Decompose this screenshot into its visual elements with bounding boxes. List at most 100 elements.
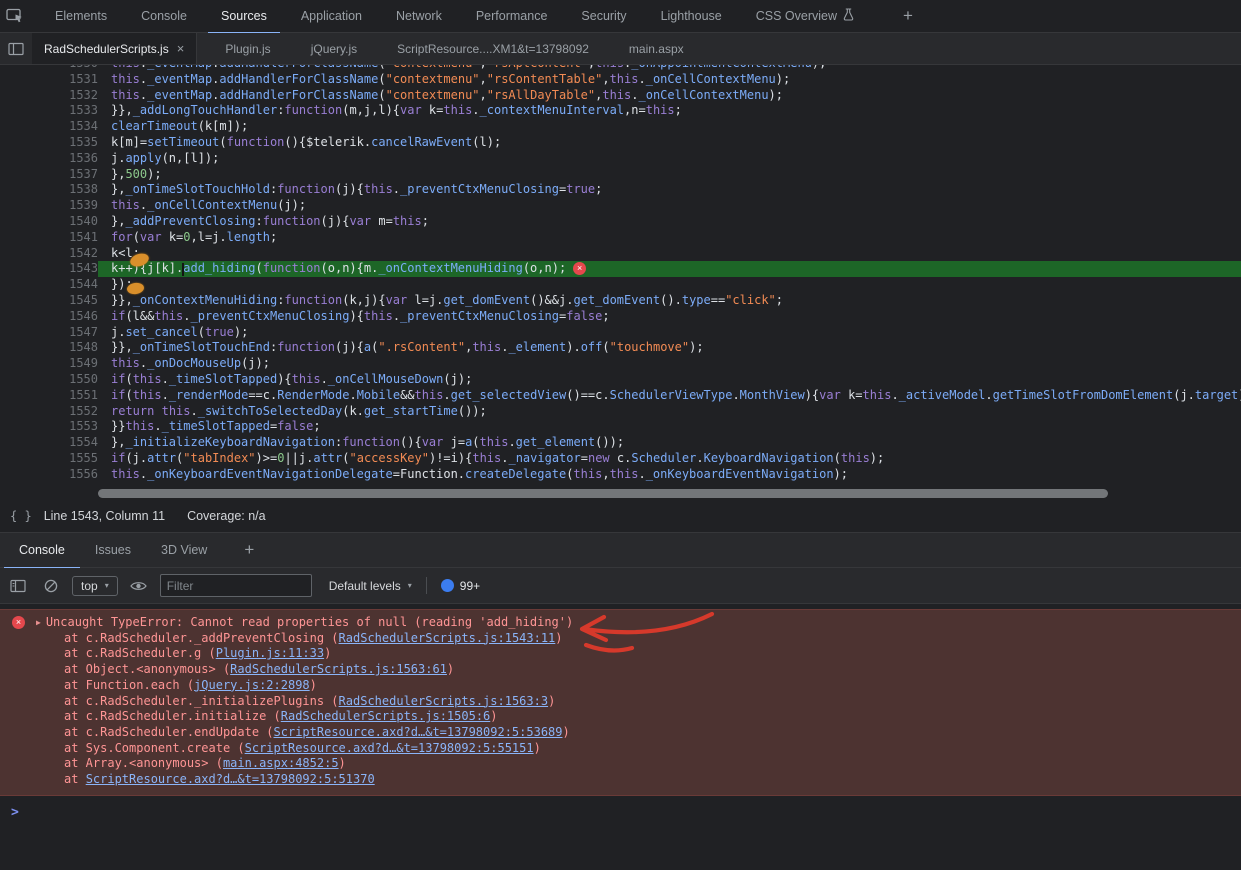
code-text[interactable]: k<l; — [98, 246, 1241, 262]
stack-source-link[interactable]: RadSchedulerScripts.js:1563:61 — [230, 662, 447, 676]
line-number[interactable]: 1532 — [0, 88, 98, 104]
code-text[interactable]: this._eventMap.addHandlerForClassName("c… — [98, 88, 1241, 104]
code-line-1536[interactable]: 1536j.apply(n,[l]); — [0, 151, 1241, 167]
line-number[interactable]: 1543 — [0, 261, 98, 277]
line-number[interactable]: 1555 — [0, 451, 98, 467]
log-levels-dropdown[interactable]: Default levels ▾ — [329, 579, 412, 593]
file-tab-jquery.js[interactable]: jQuery.js — [299, 33, 369, 64]
line-number[interactable]: 1546 — [0, 309, 98, 325]
code-line-1537[interactable]: 1537},500); — [0, 167, 1241, 183]
scrollbar-thumb[interactable] — [98, 489, 1108, 498]
code-text[interactable]: this._onDocMouseUp(j); — [98, 356, 1241, 372]
line-number[interactable]: 1542 — [0, 246, 98, 262]
code-line-1532[interactable]: 1532this._eventMap.addHandlerForClassNam… — [0, 88, 1241, 104]
stack-source-link[interactable]: RadSchedulerScripts.js:1543:11 — [339, 631, 556, 645]
code-text[interactable]: for(var k=0,l=j.length; — [98, 230, 1241, 246]
file-tab-main.aspx[interactable]: main.aspx — [617, 33, 696, 64]
code-line-1550[interactable]: 1550if(this._timeSlotTapped){this._onCel… — [0, 372, 1241, 388]
code-line-1552[interactable]: 1552return this._switchToSelectedDay(k.g… — [0, 404, 1241, 420]
code-text[interactable]: }},_addLongTouchHandler:function(m,j,l){… — [98, 103, 1241, 119]
code-text[interactable]: this._eventMap.addHandlerForClassName("c… — [98, 65, 1241, 72]
code-line-1548[interactable]: 1548}},_onTimeSlotTouchEnd:function(j){a… — [0, 340, 1241, 356]
code-line-1544[interactable]: 1544}); — [0, 277, 1241, 293]
console-error-entry[interactable]: × ▶ Uncaught TypeError: Cannot read prop… — [0, 609, 1241, 796]
code-text[interactable]: if(l&&this._preventCtxMenuClosing){this.… — [98, 309, 1241, 325]
line-number[interactable]: 1530 — [0, 65, 98, 72]
code-line-1535[interactable]: 1535k[m]=setTimeout(function(){$telerik.… — [0, 135, 1241, 151]
code-line-1541[interactable]: 1541for(var k=0,l=j.length; — [0, 230, 1241, 246]
panel-tab-css-overview[interactable]: CSS Overview — [743, 0, 867, 34]
code-line-1549[interactable]: 1549this._onDocMouseUp(j); — [0, 356, 1241, 372]
code-line-1543[interactable]: 1543k++){j[k].add_hiding(function(o,n){m… — [0, 261, 1241, 277]
code-text[interactable]: k++){j[k].add_hiding(function(o,n){m._on… — [98, 261, 1241, 277]
line-number[interactable]: 1535 — [0, 135, 98, 151]
horizontal-scrollbar[interactable] — [98, 489, 1231, 498]
code-text[interactable]: }); — [98, 277, 1241, 293]
code-text[interactable]: j.apply(n,[l]); — [98, 151, 1241, 167]
panel-tab-performance[interactable]: Performance — [463, 0, 561, 34]
code-line-1551[interactable]: 1551if(this._renderMode==c.RenderMode.Mo… — [0, 388, 1241, 404]
code-line-1531[interactable]: 1531this._eventMap.addHandlerForClassNam… — [0, 72, 1241, 88]
file-tab-plugin.js[interactable]: Plugin.js — [213, 33, 282, 64]
code-text[interactable]: }},_onTimeSlotTouchEnd:function(j){a(".r… — [98, 340, 1241, 356]
line-number[interactable]: 1533 — [0, 103, 98, 119]
line-number[interactable]: 1552 — [0, 404, 98, 420]
line-number[interactable]: 1554 — [0, 435, 98, 451]
code-text[interactable]: this._onKeyboardEventNavigationDelegate=… — [98, 467, 1241, 483]
line-number[interactable]: 1548 — [0, 340, 98, 356]
code-text[interactable]: k[m]=setTimeout(function(){$telerik.canc… — [98, 135, 1241, 151]
code-text[interactable]: this._onCellContextMenu(j); — [98, 198, 1241, 214]
code-text[interactable]: return this._switchToSelectedDay(k.get_s… — [98, 404, 1241, 420]
panel-tab-elements[interactable]: Elements — [42, 0, 120, 34]
line-number[interactable]: 1545 — [0, 293, 98, 309]
line-number[interactable]: 1539 — [0, 198, 98, 214]
line-number[interactable]: 1531 — [0, 72, 98, 88]
filter-input[interactable] — [160, 574, 312, 597]
drawer-tab-3d-view[interactable]: 3D View — [146, 533, 222, 569]
panel-tab-lighthouse[interactable]: Lighthouse — [648, 0, 735, 34]
code-text[interactable]: this._eventMap.addHandlerForClassName("c… — [98, 72, 1241, 88]
panel-tab-network[interactable]: Network — [383, 0, 455, 34]
file-tab-scriptresource....xm1-t-13798092[interactable]: ScriptResource....XM1&t=13798092 — [385, 33, 601, 64]
code-text[interactable]: if(j.attr("tabIndex")>=0||j.attr("access… — [98, 451, 1241, 467]
code-line-1539[interactable]: 1539this._onCellContextMenu(j); — [0, 198, 1241, 214]
drawer-tab-console[interactable]: Console — [4, 533, 80, 569]
close-tab-icon[interactable]: × — [177, 41, 185, 56]
panel-tab-console[interactable]: Console — [128, 0, 200, 34]
line-number[interactable]: 1553 — [0, 419, 98, 435]
line-number[interactable]: 1536 — [0, 151, 98, 167]
line-number[interactable]: 1544 — [0, 277, 98, 293]
code-text[interactable]: if(this._timeSlotTapped){this._onCellMou… — [98, 372, 1241, 388]
console-prompt[interactable]: > — [0, 796, 1241, 820]
code-text[interactable]: j.set_cancel(true); — [98, 325, 1241, 341]
line-number[interactable]: 1538 — [0, 182, 98, 198]
code-text[interactable]: if(this._renderMode==c.RenderMode.Mobile… — [98, 388, 1241, 404]
code-text[interactable]: clearTimeout(k[m]); — [98, 119, 1241, 135]
add-panel-icon[interactable]: + — [903, 6, 913, 26]
line-number[interactable]: 1534 — [0, 119, 98, 135]
code-line-1530[interactable]: 1530this._eventMap.addHandlerForClassNam… — [0, 65, 1241, 72]
code-line-1547[interactable]: 1547j.set_cancel(true); — [0, 325, 1241, 341]
code-line-1555[interactable]: 1555if(j.attr("tabIndex")>=0||j.attr("ac… — [0, 451, 1241, 467]
code-line-1533[interactable]: 1533}},_addLongTouchHandler:function(m,j… — [0, 103, 1241, 119]
line-number[interactable]: 1547 — [0, 325, 98, 341]
code-line-1538[interactable]: 1538},_onTimeSlotTouchHold:function(j){t… — [0, 182, 1241, 198]
code-line-1546[interactable]: 1546if(l&&this._preventCtxMenuClosing){t… — [0, 309, 1241, 325]
code-text[interactable]: },500); — [98, 167, 1241, 183]
clear-console-icon[interactable] — [39, 574, 63, 598]
inspect-device-icon[interactable] — [0, 3, 30, 29]
add-drawer-tab-icon[interactable]: + — [244, 540, 254, 560]
line-number[interactable]: 1550 — [0, 372, 98, 388]
expand-stack-icon[interactable]: ▶ — [36, 615, 41, 630]
console-sidebar-icon[interactable] — [6, 574, 30, 598]
code-line-1554[interactable]: 1554},_initializeKeyboardNavigation:func… — [0, 435, 1241, 451]
code-line-1556[interactable]: 1556this._onKeyboardEventNavigationDeleg… — [0, 467, 1241, 483]
context-selector[interactable]: top ▾ — [72, 576, 118, 596]
pretty-print-icon[interactable]: { } — [10, 509, 32, 523]
line-number[interactable]: 1540 — [0, 214, 98, 230]
stack-source-link[interactable]: RadSchedulerScripts.js:1563:3 — [339, 694, 549, 708]
toggle-navigator-icon[interactable] — [0, 33, 32, 64]
panel-tab-application[interactable]: Application — [288, 0, 375, 34]
code-line-1542[interactable]: 1542k<l; — [0, 246, 1241, 262]
code-line-1540[interactable]: 1540},_addPreventClosing:function(j){var… — [0, 214, 1241, 230]
